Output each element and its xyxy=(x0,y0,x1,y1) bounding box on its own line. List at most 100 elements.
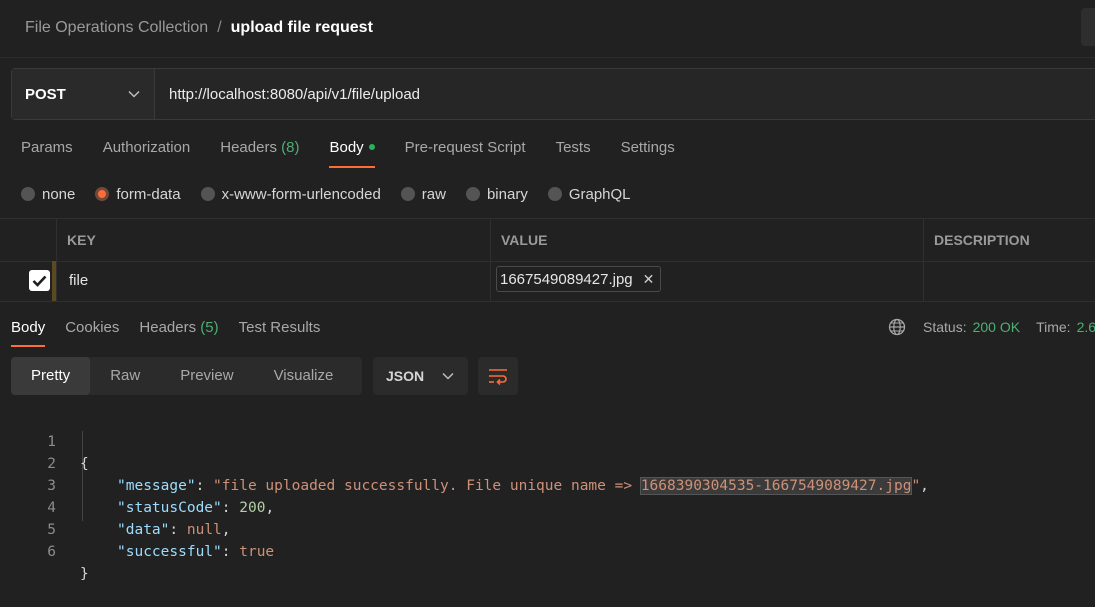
radio-raw[interactable]: raw xyxy=(400,185,446,203)
tab-label: Headers xyxy=(139,319,197,336)
tab-label: Params xyxy=(21,139,73,156)
json-string-close: " xyxy=(911,478,921,494)
key-cell[interactable]: file xyxy=(69,272,88,289)
tab-response-headers[interactable]: Headers (5) xyxy=(139,319,218,347)
view-pretty-button[interactable]: Pretty xyxy=(11,357,91,395)
code-line: 4 "data": null, xyxy=(0,475,230,538)
json-string-value: "file uploaded successfully. File unique… xyxy=(213,478,641,494)
code-line: 5 "successful": true xyxy=(0,497,274,560)
tab-label: Cookies xyxy=(65,319,120,336)
tab-headers[interactable]: Headers (8) xyxy=(220,138,299,168)
json-key: "successful" xyxy=(117,544,222,560)
view-raw-button[interactable]: Raw xyxy=(90,357,160,395)
status-label: Status: xyxy=(923,319,967,335)
tab-params[interactable]: Params xyxy=(21,138,73,168)
radio-icon xyxy=(200,187,215,201)
wrap-lines-icon xyxy=(489,369,507,385)
tab-label: Body xyxy=(329,139,364,156)
indent-guide xyxy=(82,431,83,521)
highlighted-text: 1668390304535-1667549089427.jpg xyxy=(639,477,913,495)
radio-label: none xyxy=(42,185,76,203)
file-chip[interactable]: 1667549089427.jpg ✕ xyxy=(496,266,662,292)
tab-body[interactable]: Body xyxy=(329,138,375,168)
radio-icon xyxy=(400,187,415,201)
tab-pre-request-script[interactable]: Pre-request Script xyxy=(405,138,526,168)
tab-label: Test Results xyxy=(238,319,321,336)
tab-label: Tests xyxy=(555,139,591,156)
tab-label: Authorization xyxy=(102,139,191,156)
status-value[interactable]: 200 OK xyxy=(973,319,1020,335)
chevron-down-icon xyxy=(128,90,140,98)
json-key: "data" xyxy=(117,522,170,538)
time-value[interactable]: 2.6 xyxy=(1077,319,1095,335)
breadcrumb-collection-link[interactable]: File Operations Collection xyxy=(25,19,208,37)
code-text: "successful": true xyxy=(117,544,275,560)
row-drag-handle[interactable] xyxy=(52,261,56,301)
tab-label: Headers xyxy=(220,139,277,156)
tab-test-results[interactable]: Test Results xyxy=(239,319,321,347)
code-line: 2 "message": "file uploaded successfully… xyxy=(0,431,929,495)
radio-label: GraphQL xyxy=(568,185,631,203)
globe-icon[interactable] xyxy=(888,318,906,336)
table-header: KEY VALUE DESCRIPTION xyxy=(0,218,1095,262)
tab-label: Pre-request Script xyxy=(404,139,526,156)
radio-icon xyxy=(465,187,480,201)
code-text: "statusCode": 200, xyxy=(117,500,275,516)
json-key: "message" xyxy=(117,478,196,494)
tab-label: Body xyxy=(11,319,46,336)
url-input[interactable]: http://localhost:8080/api/v1/file/upload xyxy=(155,69,1095,119)
line-number: 6 xyxy=(47,544,56,560)
breadcrumb-separator: / xyxy=(217,19,222,36)
row-enabled-checkbox[interactable] xyxy=(29,270,50,291)
comma: , xyxy=(920,478,929,494)
code-line: 6 } xyxy=(0,519,88,582)
code-line: 3 "statusCode": 200, xyxy=(0,453,274,516)
view-preview-button[interactable]: Preview xyxy=(160,357,253,395)
radio-graphql[interactable]: GraphQL xyxy=(547,185,631,203)
remove-file-icon[interactable]: ✕ xyxy=(643,271,655,288)
response-headers-count: (5) xyxy=(200,319,219,336)
column-header-key: KEY xyxy=(67,232,96,248)
tab-cookies[interactable]: Cookies xyxy=(65,319,119,347)
modified-dot-icon xyxy=(368,144,375,151)
radio-label: binary xyxy=(486,185,528,203)
tab-authorization[interactable]: Authorization xyxy=(103,138,191,168)
tab-tests[interactable]: Tests xyxy=(556,138,591,168)
radio-label: raw xyxy=(421,185,446,203)
breadcrumb: File Operations Collection / upload file… xyxy=(25,18,373,38)
response-meta: Status: 200 OK Time: 2.6 xyxy=(888,317,1095,337)
radio-label: form-data xyxy=(116,185,181,203)
method-select[interactable]: POST xyxy=(12,69,155,119)
file-name: 1667549089427.jpg xyxy=(500,270,633,288)
request-tabs: Params Authorization Headers (8) Body Pr… xyxy=(21,138,705,168)
radio-label: x-www-form-urlencoded xyxy=(221,185,381,203)
format-select[interactable]: JSON xyxy=(373,357,468,395)
save-button[interactable] xyxy=(1081,8,1095,46)
comma: , xyxy=(221,522,231,538)
url-bar: POST http://localhost:8080/api/v1/file/u… xyxy=(11,68,1095,120)
code-text: } xyxy=(80,566,89,582)
json-boolean-value: true xyxy=(239,544,275,560)
radio-binary[interactable]: binary xyxy=(465,185,528,203)
radio-none[interactable]: none xyxy=(21,186,75,203)
method-label: POST xyxy=(25,85,66,103)
tab-settings[interactable]: Settings xyxy=(621,138,675,168)
radio-form-data[interactable]: form-data xyxy=(95,185,181,203)
column-header-value: VALUE xyxy=(501,232,548,248)
code-text: "data": null, xyxy=(117,522,231,538)
json-null-value: null xyxy=(186,522,222,538)
radio-icon xyxy=(547,187,562,201)
chevron-down-icon xyxy=(442,372,454,380)
tab-response-body[interactable]: Body xyxy=(11,319,46,347)
body-type-options: none form-data x-www-form-urlencoded raw… xyxy=(21,184,651,204)
wrap-lines-button[interactable] xyxy=(478,357,518,395)
request-name[interactable]: upload file request xyxy=(231,19,373,37)
format-label: JSON xyxy=(386,368,425,384)
response-tabs: Body Cookies Headers (5) Test Results xyxy=(11,319,340,347)
code-line: 1 { xyxy=(0,409,88,472)
view-visualize-button[interactable]: Visualize xyxy=(254,357,354,395)
radio-x-www-form-urlencoded[interactable]: x-www-form-urlencoded xyxy=(200,185,381,203)
divider xyxy=(0,57,1095,58)
code-text: { xyxy=(80,456,89,472)
headers-count: (8) xyxy=(281,139,300,156)
